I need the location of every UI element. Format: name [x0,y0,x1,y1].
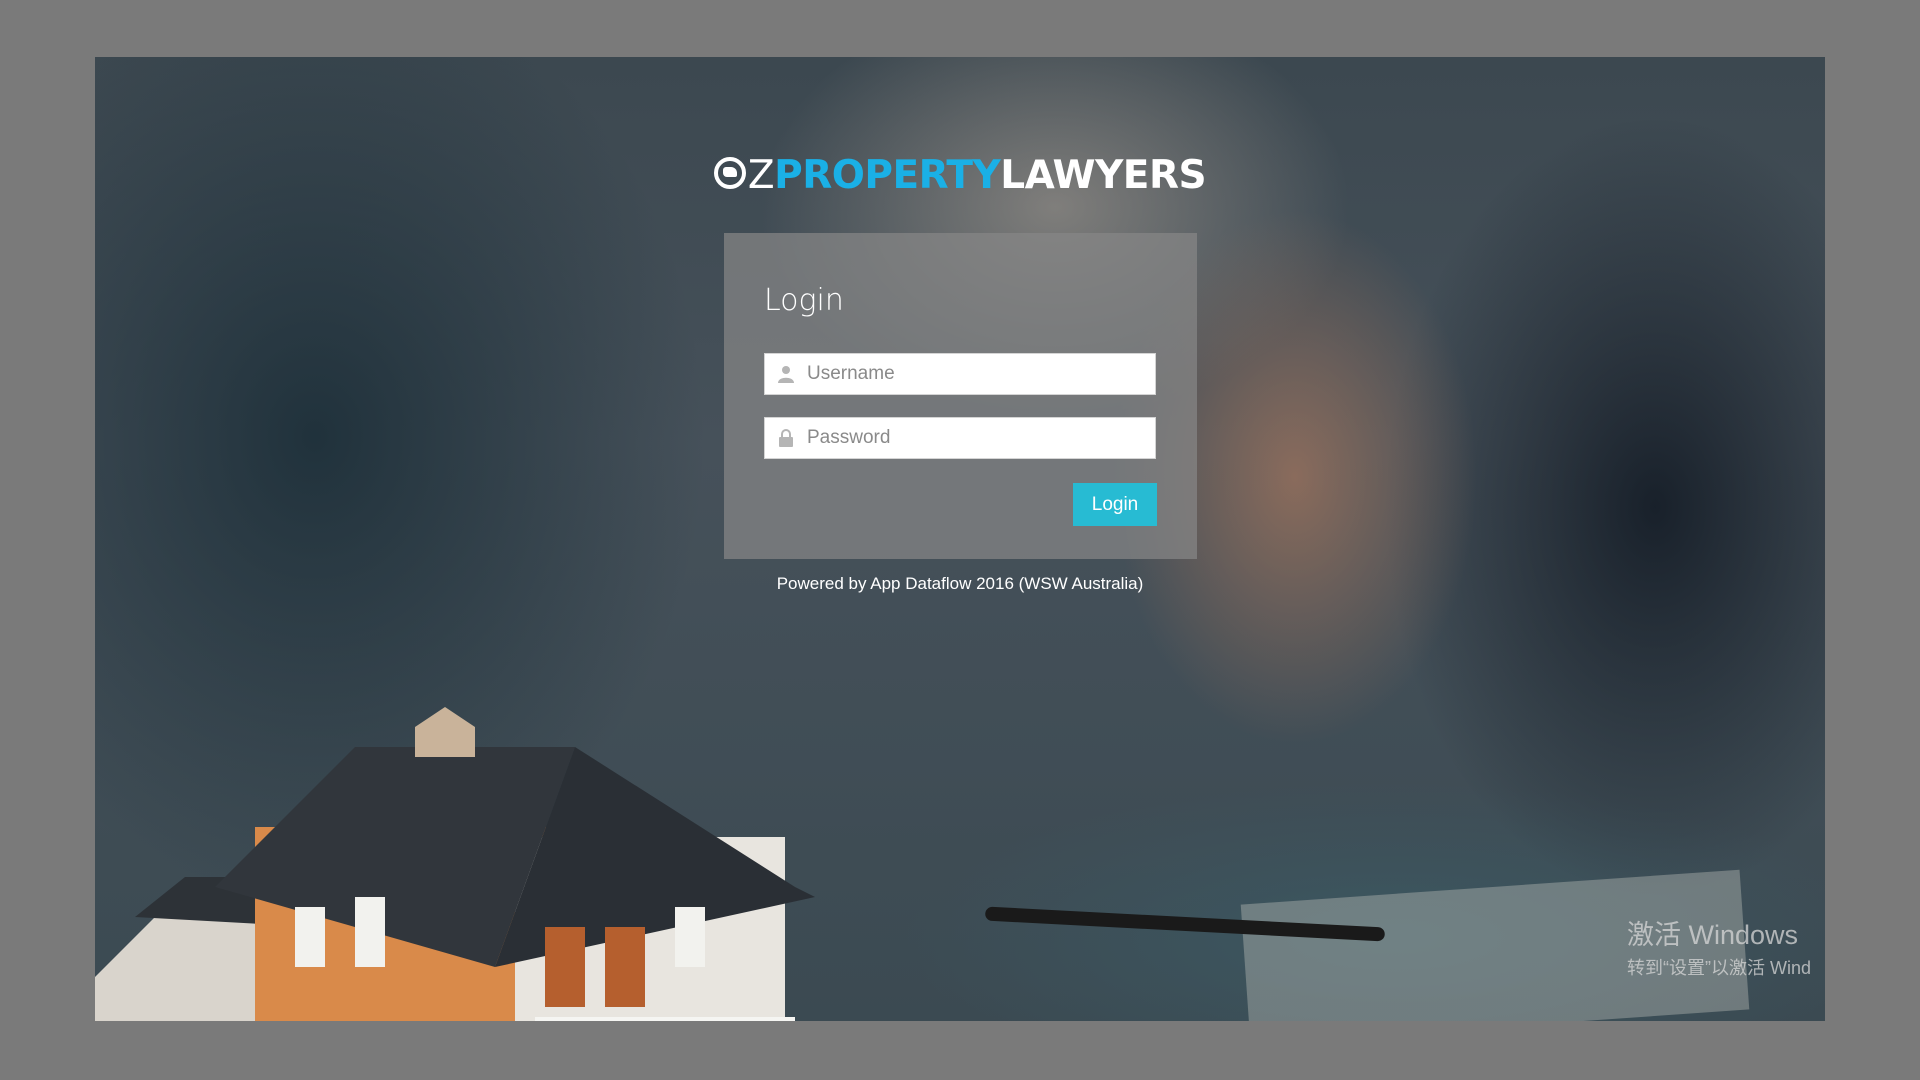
login-title: Login [764,283,844,318]
watermark-subtitle: 转到“设置”以激活 Wind [1627,958,1811,978]
login-screen: ZPROPERTYLAWYERS Login Login Power [95,57,1825,1021]
username-input[interactable] [807,355,1155,393]
logo-property-text: PROPERTY [774,153,1001,198]
house-model-image [95,707,815,1021]
password-input[interactable] [807,419,1155,457]
lock-icon [765,417,807,459]
watermark-title: 激活 Windows [1627,920,1799,950]
logo-lawyers-text: LAWYERS [1000,153,1207,198]
login-panel: Login Login [724,233,1197,559]
password-field[interactable] [764,417,1156,459]
windows-activation-watermark: 激活 Windows 转到“设置”以激活 Wind [1627,913,1811,980]
powered-by-text: Powered by App Dataflow 2016 (WSW Austra… [776,574,1144,593]
username-field[interactable] [764,353,1156,395]
user-icon [765,353,807,395]
login-button[interactable]: Login [1073,483,1157,526]
logo-o-mark-icon [713,157,746,189]
brand-logo: ZPROPERTYLAWYERS [95,153,1825,198]
logo-oz-text: Z [747,153,775,198]
